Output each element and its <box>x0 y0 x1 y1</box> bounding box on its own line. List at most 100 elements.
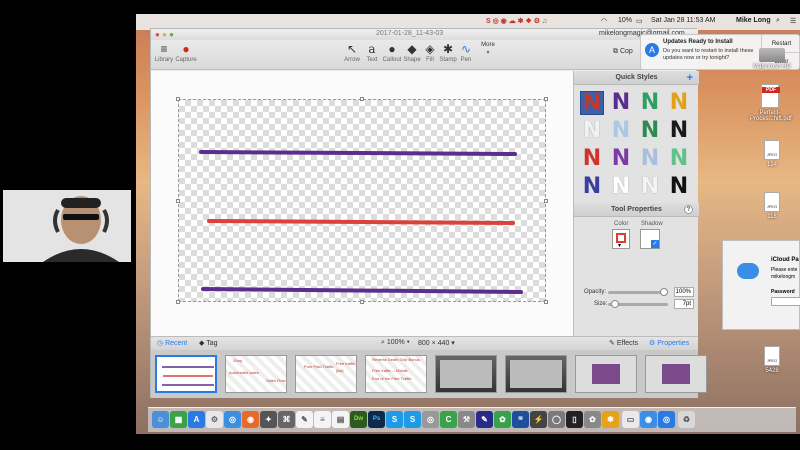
size-slider-thumb[interactable] <box>611 300 619 308</box>
opacity-slider[interactable] <box>608 288 668 296</box>
canvas-line-1[interactable] <box>199 150 517 156</box>
resize-handle-bl[interactable] <box>176 300 180 304</box>
copy-all-button[interactable]: ⧉ Cop <box>613 48 643 56</box>
quick-style-swatch[interactable]: N <box>667 119 691 143</box>
launchpad-dock-icon[interactable]: ✦ <box>260 411 277 428</box>
tray-thumb-current[interactable] <box>155 355 217 393</box>
tray-thumb-3[interactable]: Pure Paid Traffic Free traffic (list) <box>295 355 357 393</box>
quick-style-swatch[interactable]: N <box>638 119 662 143</box>
help-button[interactable]: ? <box>684 205 693 214</box>
system-prefs-dock-icon[interactable]: ⚙ <box>206 411 223 428</box>
icloud-password-input[interactable] <box>771 297 800 306</box>
finder-dock-icon[interactable]: ☺ <box>152 411 169 428</box>
menubar-user[interactable]: Mike Long <box>736 17 771 24</box>
snagit-dock-icon[interactable]: ✱ <box>602 411 619 428</box>
resize-handle-t[interactable] <box>360 97 364 101</box>
menubar-app-icons[interactable]: S ◎ ◉ ☁ ✱ ❖ ⚙ ♫ <box>486 17 547 25</box>
opacity-field[interactable]: 100% <box>674 287 694 297</box>
spotlight-icon[interactable]: ⌕ <box>776 17 780 25</box>
utility-dock-icon[interactable]: ⌘ <box>278 411 295 428</box>
tool-dock-icon[interactable]: ⚒ <box>458 411 475 428</box>
resize-handle-tl[interactable] <box>176 97 180 101</box>
quick-style-swatch[interactable]: N <box>667 147 691 171</box>
canvas-line-2[interactable] <box>207 219 515 225</box>
notification-center-icon[interactable]: ☰ <box>790 17 796 25</box>
more-tools-button[interactable]: More ▾ <box>475 41 501 56</box>
window-controls[interactable]: ● ● ● <box>155 30 174 39</box>
tray-thumb-5[interactable] <box>435 355 497 393</box>
resize-handle-b[interactable] <box>360 300 364 304</box>
photos-dock-icon[interactable]: ✿ <box>584 411 601 428</box>
battery-icon[interactable]: ▭ <box>636 17 643 25</box>
notes-dock-icon[interactable]: ✎ <box>296 411 313 428</box>
terminal-dock-icon[interactable]: ▯ <box>566 411 583 428</box>
size-slider[interactable] <box>608 300 668 308</box>
quick-style-swatch[interactable]: N <box>638 147 662 171</box>
effects-button[interactable]: ✎ Effects <box>609 339 638 347</box>
zoom-control[interactable]: ⌕ 100% ▾ <box>381 339 410 347</box>
quick-style-swatch[interactable]: N <box>667 91 691 115</box>
jpeg-file-118-icon[interactable]: JPEG 118 <box>752 192 792 220</box>
pen-dock-icon[interactable]: ✎ <box>476 411 493 428</box>
resize-handle-tr[interactable] <box>544 97 548 101</box>
skype-dock-icon[interactable]: S <box>386 411 403 428</box>
activity-dock-icon[interactable]: ⚡ <box>530 411 547 428</box>
image-canvas[interactable] <box>178 99 546 302</box>
shadow-picker-button[interactable]: ✓ <box>640 229 660 249</box>
steam-dock-icon[interactable]: ≋ <box>512 411 529 428</box>
add-style-button[interactable]: + <box>687 71 693 85</box>
color-picker-button[interactable]: ▾ <box>612 229 630 249</box>
pdf-file-icon[interactable]: PDF Perfect-Proces...hift.pdf <box>750 84 792 122</box>
quick-style-swatch[interactable]: N <box>609 91 633 115</box>
resize-handle-r[interactable] <box>544 199 548 203</box>
photoshop-dock-icon[interactable]: Ps <box>368 411 385 428</box>
quick-style-swatch[interactable]: N <box>609 175 633 199</box>
capture-button[interactable]: ● Capture <box>173 41 199 63</box>
menubar-datetime[interactable]: Sat Jan 28 11:53 AM <box>651 17 715 24</box>
quick-style-swatch[interactable]: N <box>609 119 633 143</box>
jpeg-file-124-icon[interactable]: JPEG 124 <box>752 140 792 168</box>
dreamweaver-dock-icon[interactable]: Dw <box>350 411 367 428</box>
calculator-dock-icon[interactable]: ▦ <box>170 411 187 428</box>
properties-button[interactable]: ⚙ Properties <box>649 339 689 347</box>
trash-dock-icon[interactable]: ♻ <box>678 411 695 428</box>
globe-dock-icon[interactable]: ◎ <box>658 411 675 428</box>
size-field[interactable]: 7pt <box>674 299 694 309</box>
disk-dock-icon[interactable]: ◯ <box>548 411 565 428</box>
firefox-dock-icon[interactable]: ◉ <box>242 411 259 428</box>
resize-handle-l[interactable] <box>176 199 180 203</box>
tray-thumb-6[interactable] <box>505 355 567 393</box>
tray-thumb-7[interactable] <box>575 355 637 393</box>
quick-style-swatch[interactable]: N <box>667 175 691 199</box>
skype-2-dock-icon[interactable]: S <box>404 411 421 428</box>
tray-thumb-2[interactable]: Shop Automated sales Sales Flow <box>225 355 287 393</box>
quick-style-swatch[interactable]: N <box>580 119 604 143</box>
macintosh-hd-icon[interactable]: Macintosh HD <box>752 44 792 70</box>
preview-dock-icon[interactable]: ▤ <box>332 411 349 428</box>
document-stack-dock-icon[interactable]: ▭ <box>622 411 639 428</box>
wifi-icon[interactable]: ◠ <box>601 17 607 25</box>
android-dock-icon[interactable]: ✿ <box>494 411 511 428</box>
battery-percent[interactable]: 10% <box>618 17 632 24</box>
quick-style-swatch[interactable]: N <box>580 147 604 171</box>
safari-dock-icon[interactable]: ◎ <box>224 411 241 428</box>
app-store-dock-icon[interactable]: A <box>188 411 205 428</box>
camtasia-dock-icon[interactable]: C <box>440 411 457 428</box>
canvas-line-3[interactable] <box>201 287 523 294</box>
opacity-slider-thumb[interactable] <box>660 288 668 296</box>
canvas-area[interactable] <box>151 71 573 336</box>
quick-style-swatch[interactable]: N <box>638 91 662 115</box>
downloads-dock-icon[interactable]: ◉ <box>640 411 657 428</box>
tray-thumb-4[interactable]: Reverse Death Grip Bonus Free traffic --… <box>365 355 427 393</box>
jpeg-file-5428-icon[interactable]: JPEG 5428 <box>752 346 792 374</box>
quick-style-swatch[interactable]: N <box>580 175 604 199</box>
tray-thumb-8[interactable] <box>645 355 707 393</box>
app-dock-icon[interactable]: ◎ <box>422 411 439 428</box>
tag-button[interactable]: ◆ Tag <box>199 339 218 347</box>
quick-style-swatch[interactable]: N <box>609 147 633 171</box>
image-dimensions[interactable]: 800 × 440 ▾ <box>418 339 455 347</box>
resize-handle-br[interactable] <box>544 300 548 304</box>
recent-button[interactable]: ◷ Recent <box>157 339 187 347</box>
textedit-dock-icon[interactable]: ≡ <box>314 411 331 428</box>
quick-style-swatch[interactable]: N <box>580 91 604 116</box>
